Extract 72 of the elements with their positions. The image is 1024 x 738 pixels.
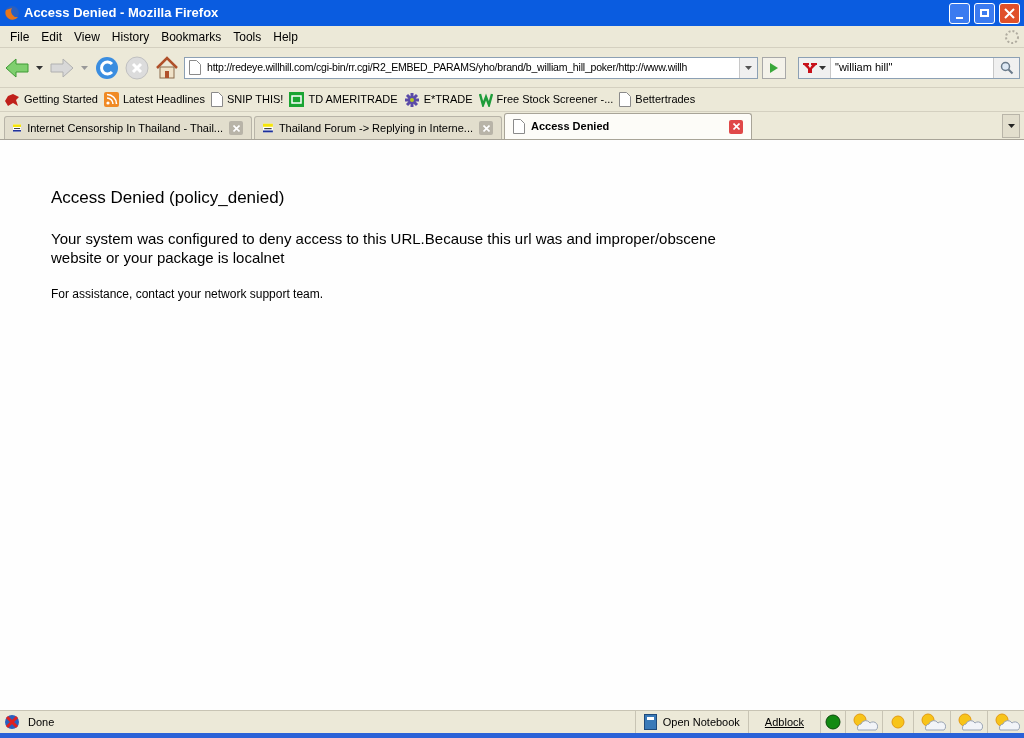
status-dot-icon <box>825 714 841 730</box>
forum-logo-icon <box>263 121 273 135</box>
close-icon <box>232 124 240 132</box>
home-icon[interactable] <box>154 54 180 81</box>
menu-item[interactable]: View <box>68 27 106 46</box>
sun-cloud-icon[interactable] <box>992 712 1020 732</box>
browser-tab[interactable]: Internet Censorship In Thailand - Thail... <box>4 116 252 139</box>
search-engine-button[interactable] <box>799 57 831 78</box>
caret-icon <box>81 65 88 70</box>
restore-button[interactable] <box>974 2 995 24</box>
dinosaur-icon <box>4 92 20 107</box>
bookmark-link[interactable]: Bettertrades <box>619 91 696 108</box>
close-icon <box>482 124 490 132</box>
bookmark-link[interactable]: Getting Started <box>4 91 98 108</box>
menu-item[interactable]: Bookmarks <box>155 27 228 46</box>
bookmark-link[interactable]: Latest Headlines <box>104 91 205 108</box>
denied-message: Your system was configured to deny access to this URL.Because this url was and improper/obscene website or your package is localnet <box>51 228 717 267</box>
blocked-status-icon <box>4 714 20 730</box>
sun-cloud-icon[interactable] <box>850 712 878 732</box>
bookmark-link[interactable]: SNIP THIS! <box>210 91 284 108</box>
url-text: http://redeye.willhill.com/cgi-bin/rr.cgi/R2_EMBED_PARAMS/yho/brand/b_william_hill_poker/http://www.willh <box>207 59 689 75</box>
sun-cloud-icon[interactable] <box>918 712 946 732</box>
rss-feed-icon <box>104 92 119 107</box>
sun-cloud-icon[interactable] <box>955 712 983 732</box>
caret-icon <box>1007 124 1015 128</box>
menu-item[interactable]: Edit <box>35 27 69 46</box>
tab-close-button[interactable] <box>229 121 243 135</box>
asterisk-logo-icon <box>403 91 420 108</box>
search-icon <box>999 60 1014 75</box>
document-icon <box>210 92 223 107</box>
letter-logo-icon <box>478 92 493 107</box>
assistance-note: For assistance, contact your network support team. <box>51 285 325 303</box>
go-button[interactable] <box>762 56 786 79</box>
reload-icon[interactable] <box>94 54 120 81</box>
search-text: "william hill" <box>834 60 894 76</box>
close-button[interactable] <box>999 2 1020 24</box>
square-logo-icon <box>289 92 305 107</box>
history-dropdown-button[interactable] <box>739 57 757 78</box>
search-engine-logo-icon <box>803 62 817 73</box>
play-arrow-icon <box>769 61 779 74</box>
close-icon <box>1004 7 1015 19</box>
menu-item[interactable]: Tools <box>227 27 268 46</box>
browser-tab[interactable]: Access Denied <box>504 113 752 139</box>
notebook-icon <box>643 714 657 730</box>
caret-icon <box>745 65 752 70</box>
back-history-dropdown[interactable] <box>34 63 45 72</box>
menu-item[interactable]: Help <box>267 27 304 46</box>
status-text: Done <box>28 714 56 730</box>
page-heading: Access Denied (policy_denied) <box>51 187 286 209</box>
caret-icon <box>819 65 826 70</box>
document-icon <box>513 119 525 134</box>
tab-close-button[interactable] <box>729 119 743 134</box>
address-field[interactable]: http://redeye.willhill.com/cgi-bin/rr.cgi/R2_EMBED_PARAMS/yho/brand/b_william_hill_poker/http://www.willh <box>184 56 758 79</box>
throbber-icon <box>1004 28 1020 45</box>
forward-history-dropdown[interactable] <box>79 63 90 72</box>
menu-item[interactable]: History <box>105 27 156 46</box>
bookmark-link[interactable]: E*TRADE <box>403 91 473 108</box>
search-field[interactable]: "william hill" <box>798 56 1020 79</box>
document-icon <box>619 92 632 107</box>
tab-close-button[interactable] <box>479 121 493 135</box>
bookmark-link[interactable]: TD AMERITRADE <box>289 91 398 108</box>
caret-icon <box>36 65 43 70</box>
tab-list-button[interactable] <box>1002 114 1020 138</box>
window-title: Access Denied - Mozilla Firefox <box>24 4 220 23</box>
search-button[interactable] <box>993 57 1019 78</box>
close-icon <box>732 123 740 130</box>
menu-item[interactable]: File <box>4 27 36 46</box>
forum-logo-icon <box>13 121 22 135</box>
browser-tab[interactable]: Thailand Forum -> Replying in Interne... <box>254 116 502 139</box>
bookmark-link[interactable]: Free Stock Screener -... <box>478 91 614 108</box>
minimize-button[interactable] <box>949 2 970 24</box>
document-icon <box>189 60 201 75</box>
